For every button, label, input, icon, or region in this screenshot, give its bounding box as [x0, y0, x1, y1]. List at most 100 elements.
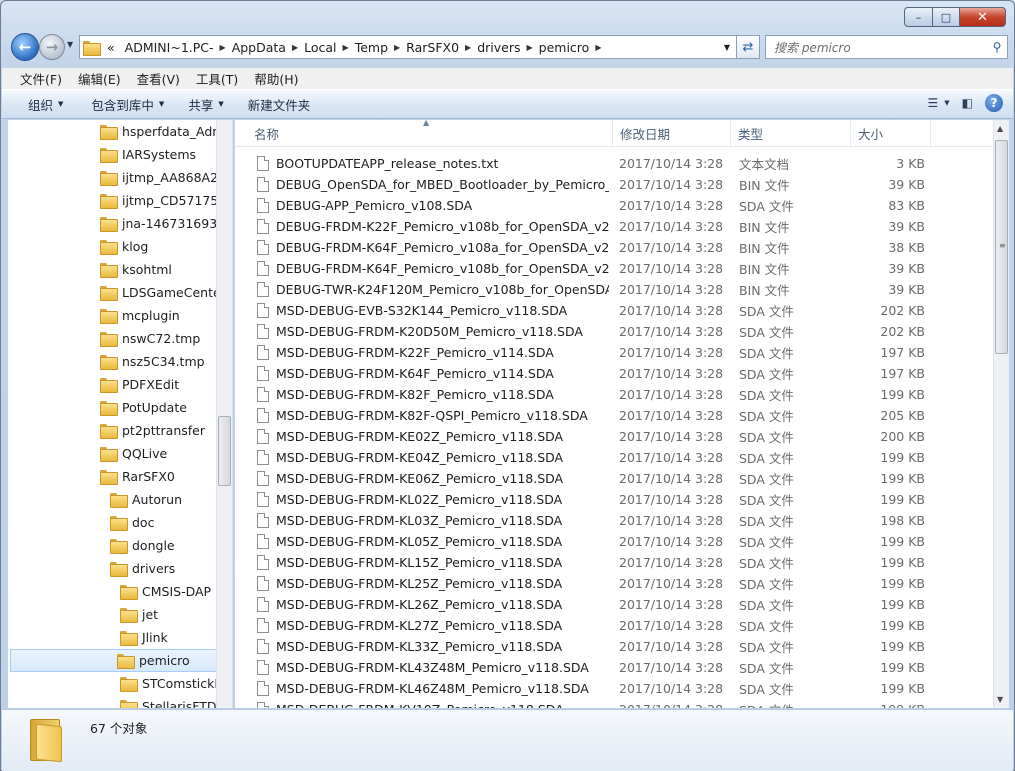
file-row[interactable]: MSD-DEBUG-FRDM-K82F-QSPI_Pemicro_v118.SD…: [235, 405, 993, 426]
file-row[interactable]: MSD-DEBUG-EVB-S32K144_Pemicro_v118.SDA 20…: [235, 300, 993, 321]
breadcrumb-segment[interactable]: RarSFX0: [401, 36, 464, 58]
navigation-scroll-thumb[interactable]: [218, 416, 231, 486]
menu-item[interactable]: 帮助(H): [246, 69, 306, 88]
file-row[interactable]: MSD-DEBUG-FRDM-K20D50M_Pemicro_v118.SDA 2…: [235, 321, 993, 342]
file-row[interactable]: DEBUG-FRDM-K64F_Pemicro_v108b_for_OpenSD…: [235, 258, 993, 279]
menu-item[interactable]: 查看(V): [129, 69, 188, 88]
refresh-button[interactable]: ⇄: [736, 35, 760, 59]
tree-item[interactable]: jet: [120, 603, 158, 626]
breadcrumb-separator-icon[interactable]: ▶: [291, 43, 299, 52]
tree-item[interactable]: StellarisFTDI: [120, 695, 220, 708]
breadcrumb-segment[interactable]: Local: [299, 36, 341, 58]
new-folder-button[interactable]: 新建文件夹: [238, 95, 321, 114]
breadcrumb-segment[interactable]: ADMINI~1.PC-: [120, 36, 219, 58]
maximize-button[interactable]: □: [933, 7, 960, 27]
breadcrumb-separator-icon[interactable]: ▶: [219, 43, 227, 52]
close-button[interactable]: ✕: [960, 7, 1006, 27]
file-row[interactable]: MSD-DEBUG-FRDM-KE02Z_Pemicro_v118.SDA 201…: [235, 426, 993, 447]
tree-item[interactable]: jna-146731693: [100, 212, 217, 235]
menu-item[interactable]: 编辑(E): [70, 69, 129, 88]
tree-item[interactable]: QQLive: [100, 442, 167, 465]
change-view-button[interactable]: ☰ ▼: [928, 96, 950, 110]
tree-item[interactable]: IARSystems: [100, 143, 196, 166]
back-button[interactable]: ←: [11, 33, 39, 61]
share-button[interactable]: 共享 ▼: [178, 95, 233, 114]
file-row[interactable]: MSD-DEBUG-FRDM-KL26Z_Pemicro_v118.SDA 201…: [235, 594, 993, 615]
file-row[interactable]: MSD-DEBUG-FRDM-KL05Z_Pemicro_v118.SDA 201…: [235, 531, 993, 552]
tree-item[interactable]: Jlink: [120, 626, 168, 649]
breadcrumb-separator-icon[interactable]: ▶: [342, 43, 350, 52]
breadcrumb-segment[interactable]: pemicro: [534, 36, 595, 58]
tree-item[interactable]: STComstickFT: [120, 672, 229, 695]
file-row[interactable]: MSD-DEBUG-FRDM-K22F_Pemicro_v114.SDA 2017…: [235, 342, 993, 363]
tree-item[interactable]: Autorun: [110, 488, 182, 511]
breadcrumb-separator-icon[interactable]: ▶: [594, 43, 602, 52]
file-row[interactable]: DEBUG_OpenSDA_for_MBED_Bootloader_by_Pem…: [235, 174, 993, 195]
file-row[interactable]: DEBUG-APP_Pemicro_v108.SDA 2017/10/14 3:2…: [235, 195, 993, 216]
file-row[interactable]: MSD-DEBUG-FRDM-KL03Z_Pemicro_v118.SDA 201…: [235, 510, 993, 531]
breadcrumb-separator-icon[interactable]: ▶: [464, 43, 472, 52]
menu-item[interactable]: 文件(F): [12, 69, 70, 88]
tree-item[interactable]: dongle: [110, 534, 175, 557]
tree-item[interactable]: RarSFX0: [100, 465, 175, 488]
help-icon[interactable]: ?: [985, 94, 1003, 112]
tree-item[interactable]: nswC72.tmp: [100, 327, 200, 350]
file-row[interactable]: MSD-DEBUG-FRDM-KE04Z_Pemicro_v118.SDA 201…: [235, 447, 993, 468]
navigation-scrollbar[interactable]: [216, 120, 232, 708]
breadcrumb-segment[interactable]: AppData: [227, 36, 291, 58]
file-row[interactable]: MSD-DEBUG-FRDM-KL02Z_Pemicro_v118.SDA 201…: [235, 489, 993, 510]
file-row[interactable]: MSD-DEBUG-FRDM-K82F_Pemicro_v118.SDA 2017…: [235, 384, 993, 405]
address-overflow[interactable]: «: [102, 36, 120, 58]
file-row[interactable]: MSD-DEBUG-FRDM-KL46Z48M_Pemicro_v118.SDA…: [235, 678, 993, 699]
tree-item[interactable]: pemicro: [10, 649, 220, 672]
tree-item[interactable]: nsz5C34.tmp: [100, 350, 205, 373]
tree-item[interactable]: PotUpdate: [100, 396, 187, 419]
tree-item[interactable]: ksohtml: [100, 258, 172, 281]
address-bar[interactable]: « ADMINI~1.PC- ▶ AppData ▶ Local ▶ Temp ▶ RarSFX…: [79, 35, 737, 59]
breadcrumb-separator-icon[interactable]: ▶: [393, 43, 401, 52]
file-row[interactable]: DEBUG-TWR-K24F120M_Pemicro_v108b_for_Ope…: [235, 279, 993, 300]
column-date-modified[interactable]: 修改日期: [613, 120, 731, 147]
file-row[interactable]: MSD-DEBUG-FRDM-KE06Z_Pemicro_v118.SDA 201…: [235, 468, 993, 489]
column-size[interactable]: 大小: [851, 120, 931, 147]
file-row[interactable]: MSD-DEBUG-FRDM-KL27Z_Pemicro_v118.SDA 201…: [235, 615, 993, 636]
file-list-scroll-thumb[interactable]: ≡: [995, 140, 1008, 354]
file-row[interactable]: DEBUG-FRDM-K64F_Pemicro_v108a_for_OpenSD…: [235, 237, 993, 258]
breadcrumb-segment[interactable]: Temp: [350, 36, 393, 58]
menu-item[interactable]: 工具(T): [188, 69, 246, 88]
file-row[interactable]: MSD-DEBUG-FRDM-KL43Z48M_Pemicro_v118.SDA…: [235, 657, 993, 678]
file-row[interactable]: BOOTUPDATEAPP_release_notes.txt 2017/10/1…: [235, 153, 993, 174]
minimize-button[interactable]: –: [904, 7, 933, 27]
tree-item[interactable]: PDFXEdit: [100, 373, 179, 396]
breadcrumb-segment[interactable]: drivers: [472, 36, 525, 58]
tree-item[interactable]: LDSGameCenter: [100, 281, 226, 304]
tree-item[interactable]: ijtmp_CD571751-: [100, 189, 231, 212]
tree-item[interactable]: ijtmp_AA868A26-: [100, 166, 230, 189]
tree-item[interactable]: klog: [100, 235, 148, 258]
tree-item[interactable]: mcplugin: [100, 304, 180, 327]
search-input[interactable]: 搜索 pemicro ⚲: [765, 35, 1008, 59]
column-name[interactable]: 名称: [247, 120, 613, 147]
forward-button[interactable]: →: [39, 34, 65, 60]
scroll-down-icon[interactable]: ▼: [997, 695, 1003, 704]
breadcrumb-separator-icon[interactable]: ▶: [525, 43, 533, 52]
file-row[interactable]: MSD-DEBUG-FRDM-KL33Z_Pemicro_v118.SDA 201…: [235, 636, 993, 657]
recent-pages-dropdown[interactable]: ▼: [67, 40, 73, 49]
column-type[interactable]: 类型: [731, 120, 851, 147]
preview-pane-button[interactable]: ◧: [962, 96, 973, 110]
file-row[interactable]: MSD-DEBUG-FRDM-KL15Z_Pemicro_v118.SDA 201…: [235, 552, 993, 573]
file-row[interactable]: MSD-DEBUG-FRDM-K64F_Pemicro_v114.SDA 2017…: [235, 363, 993, 384]
tree-item[interactable]: pt2pttransfer: [100, 419, 205, 442]
scroll-up-icon[interactable]: ▲: [997, 124, 1003, 133]
tree-item[interactable]: CMSIS-DAP: [120, 580, 211, 603]
tree-item[interactable]: drivers: [110, 557, 175, 580]
file-row[interactable]: DEBUG-FRDM-K22F_Pemicro_v108b_for_OpenSD…: [235, 216, 993, 237]
file-list-scrollbar[interactable]: ▲ ≡ ▼: [993, 120, 1009, 708]
organize-button[interactable]: 组织 ▼: [18, 95, 73, 114]
tree-item[interactable]: doc: [110, 511, 154, 534]
tree-item[interactable]: hsperfdata_Admi: [100, 120, 228, 143]
address-history-dropdown[interactable]: ▼: [718, 43, 736, 52]
file-row[interactable]: MSD-DEBUG-FRDM-KL25Z_Pemicro_v118.SDA 201…: [235, 573, 993, 594]
include-in-library-button[interactable]: 包含到库中 ▼: [81, 95, 174, 114]
file-row[interactable]: MSD-DEBUG-FRDM-KV10Z_Pemicro_v118.SDA 201…: [235, 699, 993, 708]
